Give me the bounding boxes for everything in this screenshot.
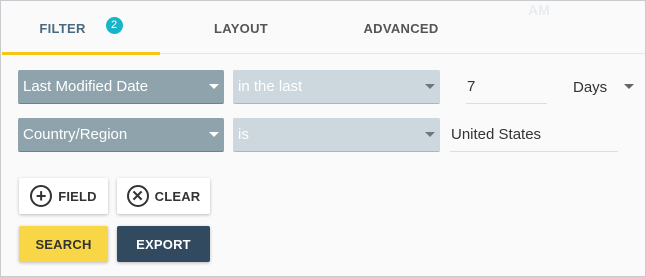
value-input-text: 7 bbox=[467, 78, 476, 95]
tab-layout-label: LAYOUT bbox=[213, 20, 269, 36]
tab-layout[interactable]: LAYOUT bbox=[160, 2, 322, 54]
operator-select-row-1[interactable]: in the last bbox=[233, 70, 440, 104]
field-select-row-2[interactable]: Country/Region bbox=[18, 118, 224, 152]
ghost-text: AM bbox=[528, 2, 550, 18]
plus-circle-icon: + bbox=[30, 185, 53, 207]
value-input-row-1[interactable]: 7 bbox=[466, 70, 547, 104]
field-select-row-1[interactable]: Last Modified Date bbox=[18, 70, 224, 104]
operator-select-value: is bbox=[238, 126, 249, 143]
clear-label: CLEAR bbox=[154, 188, 201, 204]
add-field-button[interactable]: + FIELD bbox=[19, 178, 108, 214]
chevron-down-icon bbox=[209, 84, 219, 89]
filter-panel: FILTER 2 LAYOUT ADVANCED AM Last Modifie… bbox=[0, 0, 646, 277]
field-select-value: Last Modified Date bbox=[23, 78, 149, 95]
search-button[interactable]: SEARCH bbox=[19, 226, 108, 262]
operator-select-value: in the last bbox=[238, 78, 303, 95]
field-select-value: Country/Region bbox=[23, 126, 128, 143]
value-input-row-2[interactable]: United States bbox=[450, 118, 618, 152]
export-label: EXPORT bbox=[136, 236, 191, 252]
value-input-text: United States bbox=[451, 126, 542, 143]
tab-filter-label: FILTER bbox=[39, 20, 86, 36]
chevron-down-icon bbox=[425, 84, 435, 89]
operator-select-row-2[interactable]: is bbox=[233, 118, 440, 152]
tab-filter[interactable]: FILTER 2 bbox=[2, 2, 160, 55]
filter-count-badge: 2 bbox=[105, 16, 123, 34]
search-label: SEARCH bbox=[35, 236, 92, 252]
x-circle-icon: ✕ bbox=[126, 185, 149, 207]
active-tab-indicator bbox=[2, 52, 160, 55]
chevron-down-icon bbox=[425, 132, 435, 137]
tab-advanced[interactable]: ADVANCED bbox=[322, 2, 480, 54]
unit-select-row-1[interactable]: Days bbox=[568, 70, 639, 104]
chevron-down-icon bbox=[624, 84, 634, 89]
clear-button[interactable]: ✕ CLEAR bbox=[117, 178, 210, 214]
chevron-down-icon bbox=[209, 132, 219, 137]
unit-select-value: Days bbox=[573, 78, 608, 96]
tab-bar: FILTER 2 LAYOUT ADVANCED AM bbox=[2, 2, 645, 55]
tab-advanced-label: ADVANCED bbox=[363, 20, 439, 36]
export-button[interactable]: EXPORT bbox=[117, 226, 210, 262]
add-field-label: FIELD bbox=[58, 188, 97, 204]
